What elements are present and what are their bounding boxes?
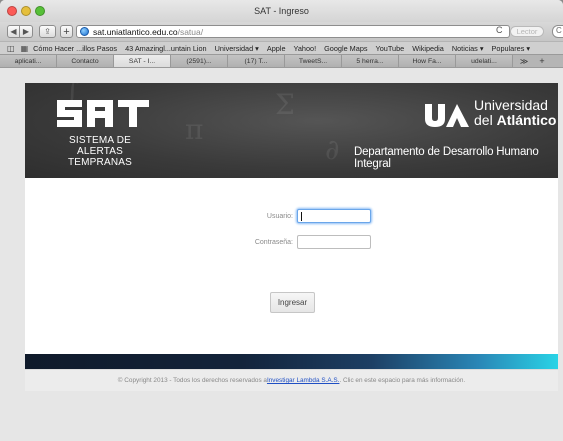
- tab[interactable]: udelati...: [456, 55, 513, 67]
- globe-icon: [80, 27, 89, 36]
- tab[interactable]: 5 herra...: [342, 55, 399, 67]
- tab-overflow-button[interactable]: ≫: [513, 55, 535, 67]
- reload-icon[interactable]: C: [496, 25, 503, 35]
- tab[interactable]: TweetS...: [285, 55, 342, 67]
- footer-accent-bar: [25, 354, 558, 369]
- usuario-label: Usuario:: [266, 213, 293, 220]
- usuario-input[interactable]: [297, 209, 371, 223]
- company-link[interactable]: Investigar Lambda S.A.S.: [267, 377, 339, 384]
- department-name: Departamento de Desarrollo Humano Integr…: [354, 146, 539, 170]
- copyright-footer[interactable]: © Copyright 2013 - Todos los derechos re…: [25, 369, 558, 391]
- tab[interactable]: How Fa...: [399, 55, 456, 67]
- header-banner: ∫ π Σ ∂ SISTEMA DE ALERTAS TEMPRANAS Uni…: [25, 83, 558, 178]
- window-title: SAT - Ingreso: [254, 6, 309, 16]
- reader-button[interactable]: Lector: [510, 26, 544, 37]
- bookmarks-bar: ◫ ▦ Cómo Hacer ...illos Pasos 43 Amazing…: [0, 41, 563, 54]
- copyright-text-after: . Clic en este espacio para más informac…: [339, 377, 466, 384]
- banner-decoration: ∂: [325, 133, 340, 166]
- tab[interactable]: (2591)...: [171, 55, 228, 67]
- bookmark-item[interactable]: Noticias ▾: [452, 44, 484, 53]
- title-bar: SAT - Ingreso: [0, 0, 563, 24]
- tab-active[interactable]: SAT - I...: [114, 55, 171, 67]
- university-name: Universidad: [474, 97, 548, 113]
- book-icon[interactable]: ◫: [7, 44, 15, 53]
- url-host: sat.uniatlantico.edu.co: [93, 26, 178, 37]
- sat-logo: [57, 100, 149, 127]
- new-tab-button[interactable]: +: [535, 55, 549, 67]
- sat-subtitle-line2: TEMPRANAS: [67, 157, 133, 168]
- password-input[interactable]: [297, 235, 371, 249]
- ua-logo: [425, 104, 469, 127]
- banner-decoration: π: [185, 113, 204, 146]
- ua-atlantico-text: Atlántico: [496, 112, 557, 128]
- bookmark-item[interactable]: Universidad ▾: [215, 44, 259, 53]
- bookmark-item[interactable]: Wikipedia: [412, 44, 444, 53]
- password-label: Contraseña:: [254, 239, 293, 246]
- tab[interactable]: Contacto: [57, 55, 114, 67]
- tab-bar: aplicati... Contacto SAT - I... (2591)..…: [0, 54, 563, 68]
- page-viewport: ∫ π Σ ∂ SISTEMA DE ALERTAS TEMPRANAS Uni…: [0, 68, 563, 441]
- forward-button[interactable]: ▶: [20, 25, 33, 38]
- bookmark-item[interactable]: Cómo Hacer ...illos Pasos: [33, 44, 117, 53]
- copyright-text: © Copyright 2013 - Todos los derechos re…: [117, 377, 267, 384]
- address-bar[interactable]: sat.uniatlantico.edu.co/satua/: [76, 25, 510, 38]
- back-button[interactable]: ◀: [7, 25, 20, 38]
- login-button[interactable]: Ingresar: [270, 292, 315, 313]
- tab[interactable]: aplicati...: [0, 55, 57, 67]
- nav-buttons: ◀ ▶: [7, 25, 33, 38]
- bookmark-item[interactable]: Yahoo!: [294, 44, 317, 53]
- banner-decoration: Σ: [275, 88, 295, 121]
- browser-toolbar: ◀ ▶ ⇪ + sat.uniatlantico.edu.co/satua/ C…: [0, 22, 563, 41]
- bookmark-item[interactable]: 43 Amazingl...untain Lion: [125, 44, 207, 53]
- bookmark-item[interactable]: Google Maps: [324, 44, 367, 53]
- add-bookmark-button[interactable]: +: [60, 25, 73, 38]
- ua-del-text: del: [474, 112, 493, 128]
- share-button[interactable]: ⇪: [39, 25, 56, 38]
- bookmark-item[interactable]: YouTube: [376, 44, 405, 53]
- page-content: ∫ π Σ ∂ SISTEMA DE ALERTAS TEMPRANAS Uni…: [25, 83, 558, 391]
- text-caret: [301, 212, 302, 221]
- grid-icon[interactable]: ▦: [21, 44, 29, 53]
- sat-subtitle-line1: SISTEMA DE ALERTAS: [68, 135, 131, 157]
- browser-window: SAT - Ingreso ◀ ▶ ⇪ + sat.uniatlantico.e…: [0, 0, 563, 441]
- sat-subtitle: SISTEMA DE ALERTAS TEMPRANAS: [55, 135, 145, 168]
- tab[interactable]: (17) T...: [228, 55, 285, 67]
- login-form: Usuario: Contraseña: Ingresar: [25, 178, 558, 368]
- search-field[interactable]: C: [552, 25, 563, 38]
- university-name-line2: del Atlántico: [474, 112, 556, 128]
- bookmark-item[interactable]: Populares ▾: [492, 44, 531, 53]
- url-path: /satua/: [177, 26, 204, 37]
- bookmark-item[interactable]: Apple: [267, 44, 286, 53]
